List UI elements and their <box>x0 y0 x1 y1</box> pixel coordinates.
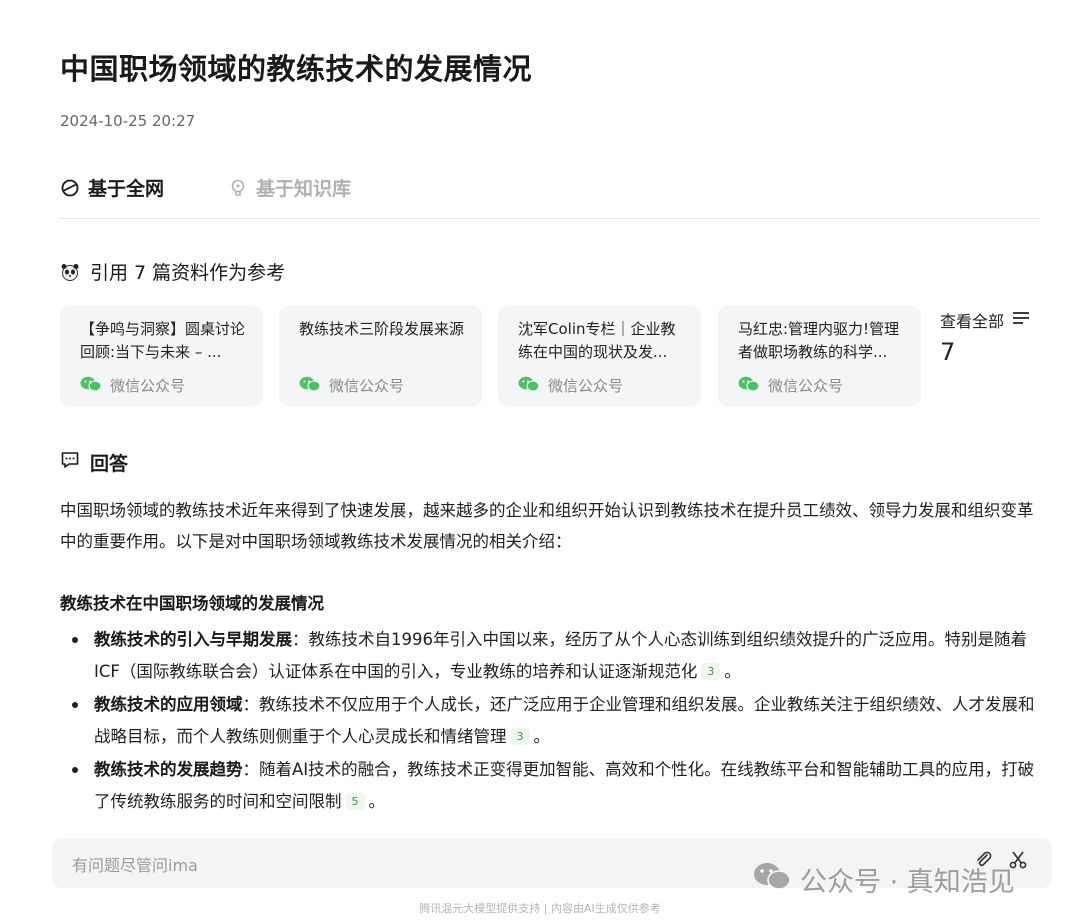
references-heading: 引用 7 篇资料作为参考 <box>60 258 285 285</box>
answer-subheading: 教练技术在中国职场领域的发展情况 <box>60 594 324 613</box>
bullet-end: 。 <box>724 661 741 681</box>
tab-web-label: 基于全网 <box>88 178 165 200</box>
bullet-title: 教练技术的引入与早期发展 <box>94 630 292 649</box>
reference-card[interactable]: 【争鸣与洞察】圆桌讨论回顾:当下与未来 – ... 微信公众号 <box>60 306 263 406</box>
reference-card-source-label: 微信公众号 <box>110 377 186 395</box>
tab-knowledge-base[interactable]: 基于知识库 <box>228 174 351 201</box>
bullet-dot <box>72 767 78 773</box>
list-icon <box>1012 310 1030 330</box>
wechat-icon <box>738 376 760 396</box>
reference-card-title: 马红忠:管理内驱力!管理者做职场教练的科学... <box>738 320 900 361</box>
reference-card-source: 微信公众号 <box>518 375 623 396</box>
list-item: 教练技术的应用领域：教练技术不仅应用于个人成长，还广泛应用于企业管理和组织发展。… <box>60 689 1045 752</box>
list-item: 教练技术的发展趋势：随着AI技术的融合，教练技术正变得更加智能、高效和个性化。在… <box>60 754 1045 817</box>
reference-card-title: 【争鸣与洞察】圆桌讨论回顾:当下与未来 – ... <box>80 320 246 361</box>
footer-disclaimer: 腾讯混元大模型提供支持 | 内容由AI生成仅供参考 <box>419 902 661 915</box>
reference-card-title: 沈军Colin专栏｜企业教练在中国的现状及发... <box>518 320 676 361</box>
view-all-label: 查看全部 <box>940 312 1005 331</box>
citation-badge[interactable]: 5 <box>345 792 365 810</box>
globe-icon <box>60 178 80 198</box>
reference-card-source: 微信公众号 <box>299 375 404 396</box>
bullet-end: 。 <box>533 726 551 746</box>
panda-icon <box>60 262 80 282</box>
reference-card[interactable]: 马红忠:管理内驱力!管理者做职场教练的科学... 微信公众号 <box>718 306 921 406</box>
citation-badge[interactable]: 3 <box>510 727 530 745</box>
chat-bubble-icon <box>60 450 80 475</box>
reference-card-source-label: 微信公众号 <box>768 377 844 395</box>
reference-count: 7 <box>940 338 956 366</box>
reference-card-source-label: 微信公众号 <box>548 377 624 395</box>
answer-bullet-list: 教练技术的引入与早期发展：教练技术自1996年引入中国以来，经历了从个人心态训练… <box>60 624 1045 819</box>
wechat-icon <box>299 376 321 396</box>
answer-heading-text: 回答 <box>90 453 129 475</box>
list-item: 教练技术的引入与早期发展：教练技术自1996年引入中国以来，经历了从个人心态训练… <box>60 624 1045 687</box>
view-all-references-button[interactable]: 查看全部 7 <box>940 308 1030 366</box>
page-title: 中国职场领域的教练技术的发展情况 <box>60 52 533 86</box>
bullet-title: 教练技术的应用领域 <box>94 695 243 714</box>
bullet-title: 教练技术的发展趋势 <box>94 760 243 779</box>
lightbulb-icon <box>228 178 248 198</box>
reference-card-source-label: 微信公众号 <box>329 377 405 395</box>
watermark: 公众号 · 真知浩见 <box>752 860 1015 899</box>
question-input[interactable]: 有问题尽管问ima <box>72 852 198 876</box>
tab-knowledge-base-label: 基于知识库 <box>256 178 352 200</box>
reference-card[interactable]: 教练技术三阶段发展来源 微信公众号 <box>279 306 482 406</box>
citation-badge[interactable]: 3 <box>701 662 721 680</box>
answer-heading: 回答 <box>60 449 128 476</box>
tab-web[interactable]: 基于全网 <box>60 174 164 201</box>
source-tabs: 基于全网 基于知识库 <box>60 172 1040 219</box>
reference-card[interactable]: 沈军Colin专栏｜企业教练在中国的现状及发... 微信公众号 <box>498 306 701 406</box>
answer-intro: 中国职场领域的教练技术近年来得到了快速发展，越来越多的企业和组织开始认识到教练技… <box>60 501 1034 551</box>
reference-card-source: 微信公众号 <box>738 375 843 396</box>
reference-card-title: 教练技术三阶段发展来源 <box>299 320 465 338</box>
references-heading-text: 引用 7 篇资料作为参考 <box>90 262 286 284</box>
wechat-icon <box>80 376 102 396</box>
reference-card-source: 微信公众号 <box>80 375 185 396</box>
publish-date: 2024-10-25 20:27 <box>60 112 196 130</box>
wechat-icon <box>518 376 540 396</box>
bullet-end: 。 <box>368 791 386 811</box>
bullet-dot <box>72 702 78 708</box>
bullet-dot <box>72 637 78 643</box>
watermark-text: 公众号 · 真知浩见 <box>800 867 1015 898</box>
wechat-logo-icon <box>752 861 792 898</box>
